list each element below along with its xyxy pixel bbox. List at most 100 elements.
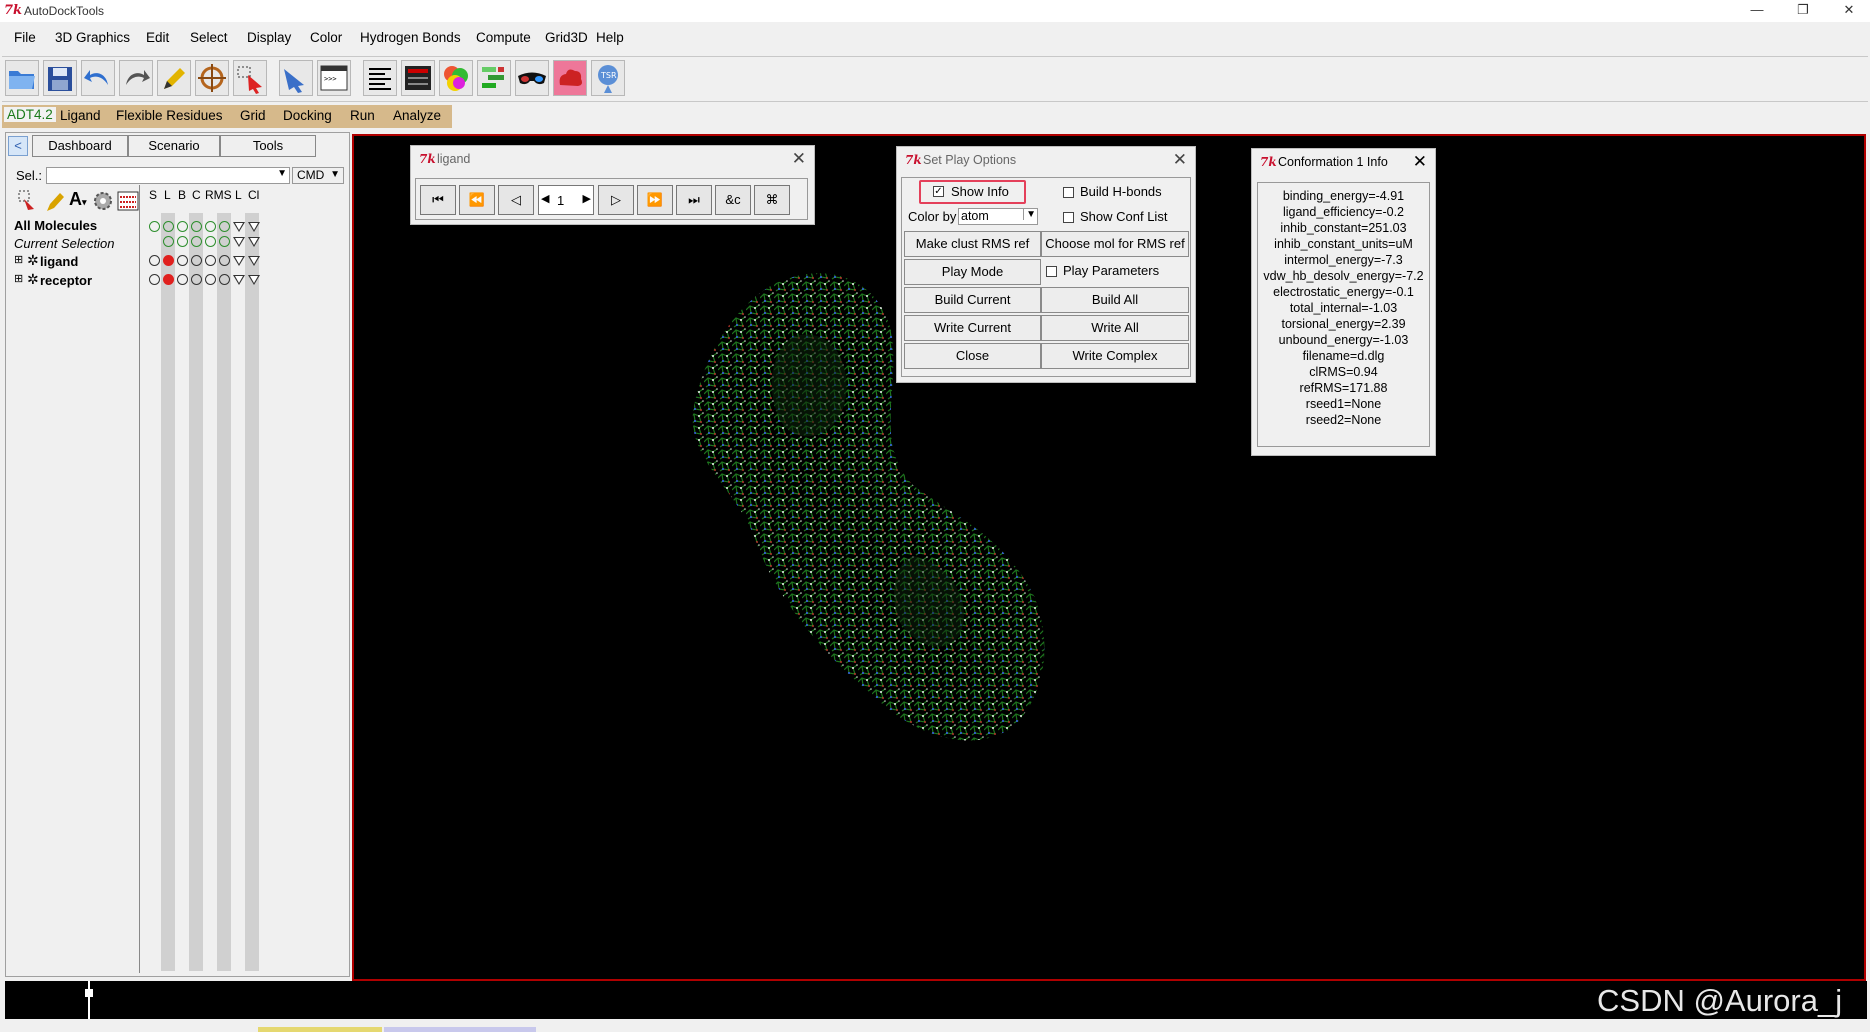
open-folder-icon[interactable] <box>5 60 39 96</box>
redo-icon[interactable] <box>119 60 153 96</box>
restore-button[interactable]: ❐ <box>1788 2 1818 20</box>
color-menu-triangle[interactable] <box>248 256 260 266</box>
pmv-about-icon[interactable]: TSR <box>591 60 625 96</box>
toggle-circle[interactable] <box>205 236 216 247</box>
write-current-button[interactable]: Write Current <box>904 315 1041 341</box>
dejavu-gui-icon[interactable] <box>401 60 435 96</box>
toggle-circle[interactable] <box>177 255 188 266</box>
color-menu-triangle[interactable] <box>248 222 260 232</box>
menu-select[interactable]: Select <box>190 30 228 45</box>
close-icon[interactable]: ✕ <box>1413 152 1427 172</box>
color-spheres-icon[interactable] <box>439 60 473 96</box>
molecule-pyramid-icon[interactable] <box>477 60 511 96</box>
toggle-circle[interactable] <box>219 274 230 285</box>
tab-dashboard[interactable]: Dashboard <box>32 135 128 157</box>
toggle-circle[interactable] <box>219 221 230 232</box>
menu-display[interactable]: Display <box>247 30 291 45</box>
toggle-circle[interactable] <box>205 221 216 232</box>
collapse-panel-icon[interactable]: < <box>8 136 28 156</box>
tree-row-receptor[interactable]: receptor <box>40 273 92 288</box>
frame-increment-icon[interactable]: ▶ <box>583 192 591 205</box>
tree-row-all-molecules[interactable]: All Molecules <box>14 218 97 233</box>
fast-forward-button[interactable]: ⏩ <box>637 185 673 215</box>
close-player-button[interactable]: ⌘ <box>754 185 790 215</box>
toggle-circle[interactable] <box>177 221 188 232</box>
menu-hydrogen-bonds[interactable]: Hydrogen Bonds <box>360 30 461 45</box>
color-by-select[interactable]: atom ▼ <box>958 208 1038 225</box>
play-forward-button[interactable]: ▷ <box>598 185 634 215</box>
write-complex-button[interactable]: Write Complex <box>1041 343 1189 369</box>
close-button[interactable]: Close <box>904 343 1041 369</box>
toggle-circle[interactable] <box>149 255 160 266</box>
menu-grid3d[interactable]: Grid3D <box>545 30 588 45</box>
label-menu-triangle[interactable] <box>233 256 245 266</box>
play-options-button[interactable]: &c <box>715 185 751 215</box>
toggle-circle[interactable] <box>177 274 188 285</box>
show-conf-list-checkbox[interactable] <box>1063 212 1074 223</box>
write-all-button[interactable]: Write All <box>1041 315 1189 341</box>
tree-row-ligand[interactable]: ligand <box>40 254 78 269</box>
save-icon[interactable] <box>43 60 77 96</box>
toggle-circle[interactable] <box>163 221 174 232</box>
toggle-circle[interactable] <box>205 255 216 266</box>
toggle-circle[interactable] <box>149 274 160 285</box>
settings-gear-icon[interactable] <box>92 189 114 213</box>
sequence-viewer-icon[interactable] <box>117 189 139 213</box>
tab-tools[interactable]: Tools <box>220 135 316 157</box>
toggle-circle-on[interactable] <box>163 255 174 266</box>
display-lines-icon[interactable] <box>16 189 38 213</box>
toggle-circle[interactable] <box>191 255 202 266</box>
first-frame-button[interactable]: ⏮ <box>420 185 456 215</box>
slider-handle[interactable] <box>88 981 90 1019</box>
last-frame-button[interactable]: ⏭ <box>676 185 712 215</box>
menu-3d-graphics[interactable]: 3D Graphics <box>55 30 130 45</box>
close-icon[interactable]: ✕ <box>1173 150 1187 170</box>
toggle-circle[interactable] <box>219 236 230 247</box>
adt-menu-analyze[interactable]: Analyze <box>393 108 441 123</box>
toggle-circle[interactable] <box>163 236 174 247</box>
build-all-button[interactable]: Build All <box>1041 287 1189 313</box>
frame-decrement-icon[interactable]: ◀ <box>541 192 549 205</box>
adt-menu-flexible-residues[interactable]: Flexible Residues <box>116 108 223 123</box>
adt-menu-grid[interactable]: Grid <box>240 108 266 123</box>
slider-knob[interactable] <box>85 989 93 997</box>
adt-menu-docking[interactable]: Docking <box>283 108 332 123</box>
toggle-circle[interactable] <box>177 236 188 247</box>
adt-menu-ligand[interactable]: Ligand <box>60 108 101 123</box>
adt-menu-run[interactable]: Run <box>350 108 375 123</box>
toggle-circle[interactable] <box>219 255 230 266</box>
toggle-circle[interactable] <box>149 221 160 232</box>
tree-row-current-selection[interactable]: Current Selection <box>14 236 114 251</box>
minimize-button[interactable]: — <box>1742 2 1772 20</box>
choose-mol-rms-ref-button[interactable]: Choose mol for RMS ref <box>1041 231 1189 257</box>
toggle-circle[interactable] <box>191 236 202 247</box>
make-clust-rms-ref-button[interactable]: Make clust RMS ref <box>904 231 1041 257</box>
show-info-checkbox[interactable]: ✓ <box>933 186 944 197</box>
toggle-circle-on[interactable] <box>163 274 174 285</box>
cloud-red-icon[interactable] <box>553 60 587 96</box>
target-icon[interactable] <box>195 60 229 96</box>
build-current-button[interactable]: Build Current <box>904 287 1041 313</box>
frame-counter[interactable]: ◀ 1 ▶ <box>538 185 594 215</box>
menu-compute[interactable]: Compute <box>476 30 531 45</box>
selection-input[interactable]: ▼ <box>46 167 290 184</box>
select-cursor-icon[interactable] <box>233 60 267 96</box>
command-line-bar[interactable]: CSDN @Aurora_j <box>5 981 1867 1019</box>
selection-dropdown-icon[interactable]: ▼ <box>277 168 287 179</box>
label-atoms-icon[interactable]: A▾ <box>69 189 91 213</box>
play-mode-button[interactable]: Play Mode <box>904 259 1041 285</box>
menu-color[interactable]: Color <box>310 30 342 45</box>
play-parameters-checkbox[interactable] <box>1046 266 1057 277</box>
color-menu-triangle[interactable] <box>248 275 260 285</box>
undo-icon[interactable] <box>81 60 115 96</box>
play-reverse-button[interactable]: ◁ <box>498 185 534 215</box>
pencil-icon[interactable] <box>157 60 191 96</box>
tab-scenario[interactable]: Scenario <box>128 135 220 157</box>
toggle-circle[interactable] <box>191 221 202 232</box>
label-menu-triangle[interactable] <box>233 222 245 232</box>
cmd-dropdown[interactable]: CMD ▼ <box>292 167 344 184</box>
build-hbonds-checkbox[interactable] <box>1063 187 1074 198</box>
label-menu-triangle[interactable] <box>233 275 245 285</box>
rewind-button[interactable]: ⏪ <box>459 185 495 215</box>
close-window-button[interactable]: ✕ <box>1834 2 1864 20</box>
